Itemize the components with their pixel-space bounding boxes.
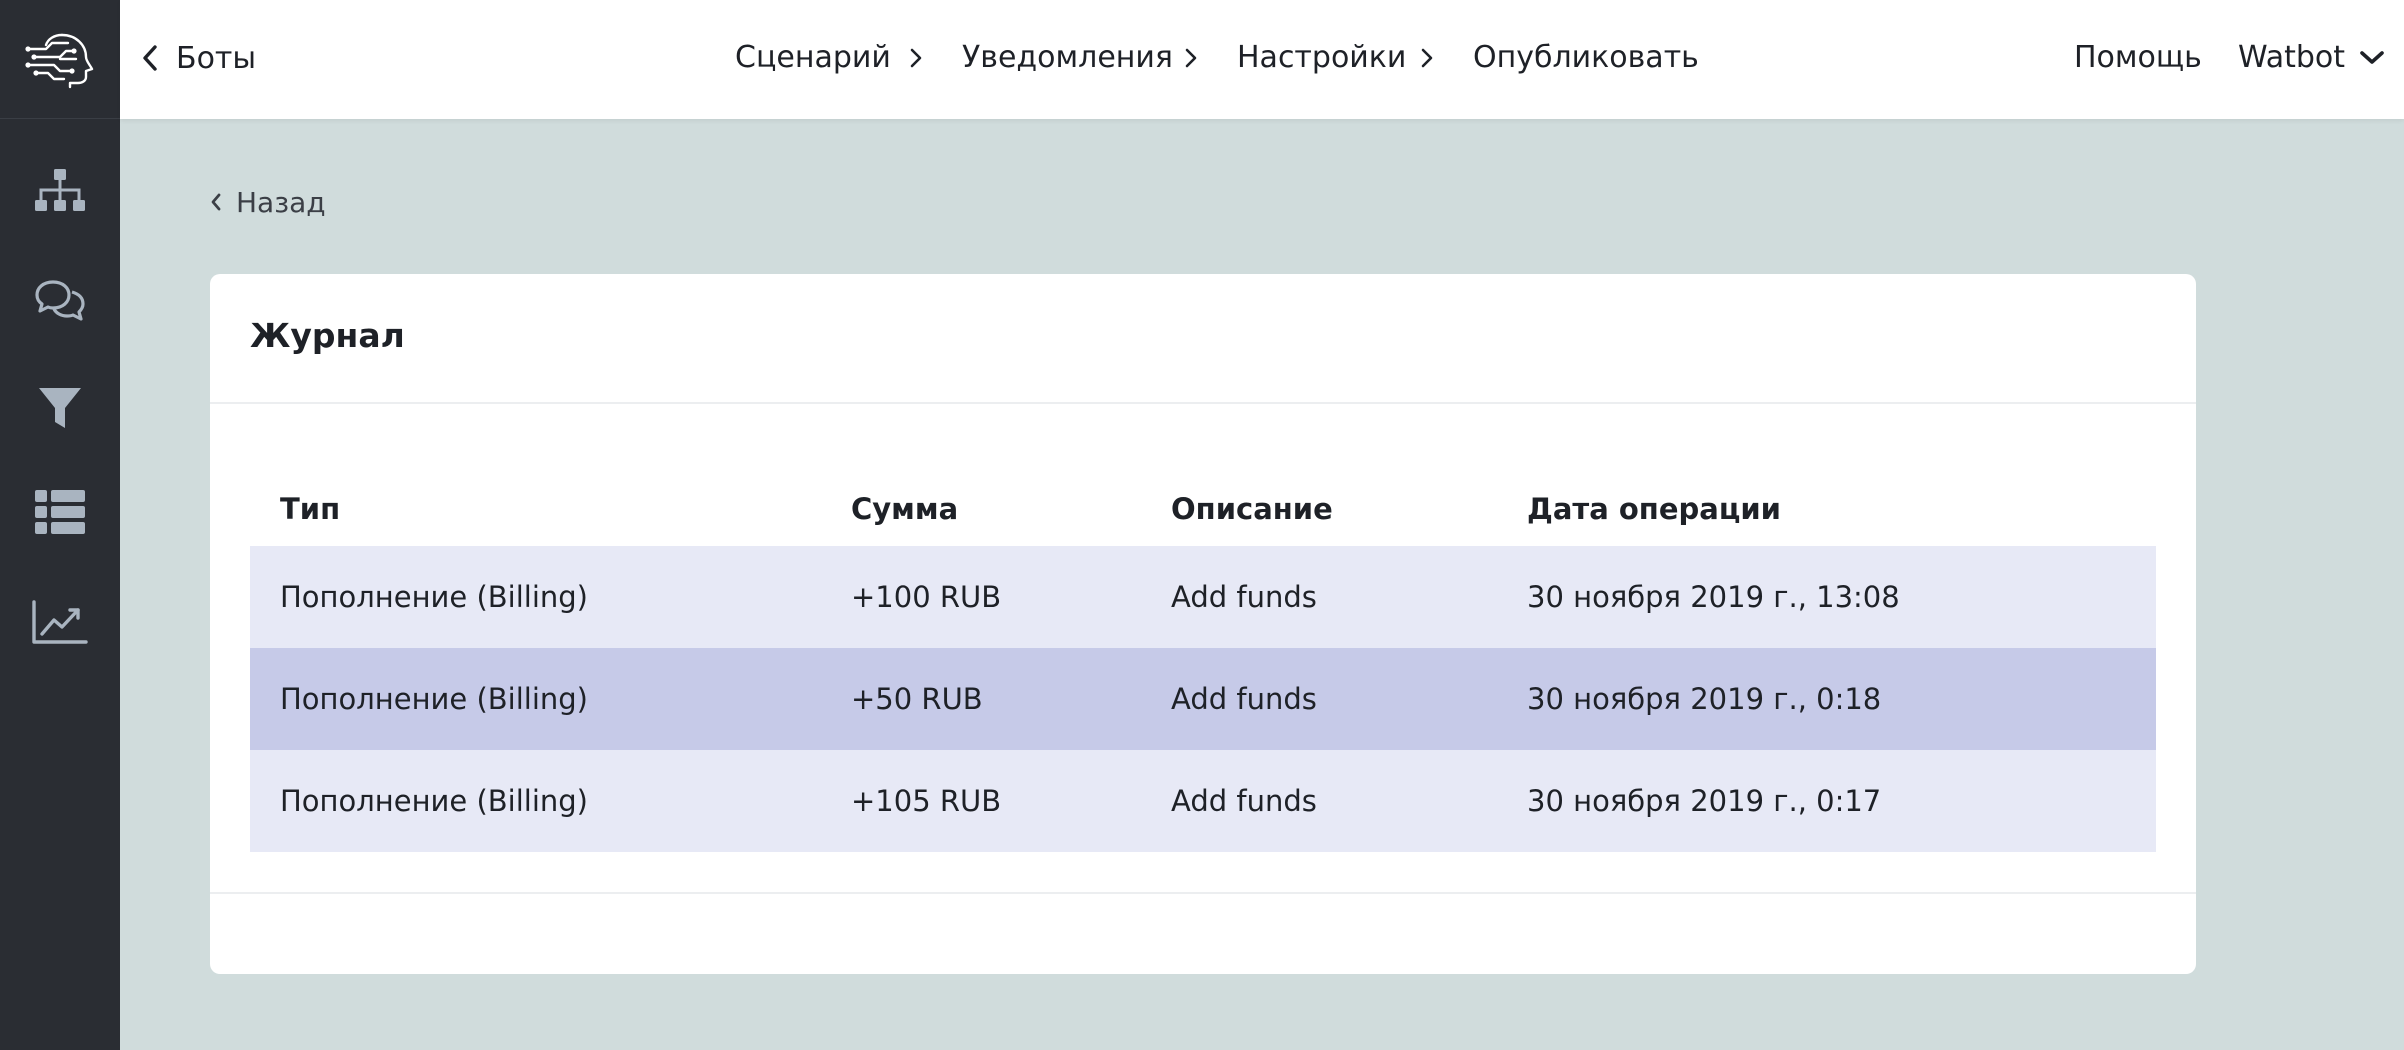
cell-date: 30 ноября 2019 г., 0:18 (1527, 682, 1882, 716)
header-type: Тип (280, 492, 341, 526)
sidebar-item-analytics[interactable] (0, 572, 120, 672)
header-description: Описание (1171, 492, 1333, 526)
step-notifications[interactable]: Уведомления (962, 38, 1173, 78)
cell-type: Пополнение (Billing) (280, 784, 588, 818)
cell-amount: +105 RUB (851, 784, 1002, 818)
sidebar-item-lists[interactable] (0, 462, 120, 562)
chevron-right-icon (1185, 48, 1197, 68)
table-row[interactable]: Пополнение (Billing) +105 RUB Add funds … (250, 750, 2156, 852)
list-icon (35, 490, 85, 534)
back-link-label: Назад (236, 185, 326, 219)
cell-type: Пополнение (Billing) (280, 580, 588, 614)
bots-back-link[interactable]: Боты (142, 38, 256, 78)
step-scenario[interactable]: Сценарий (735, 38, 891, 78)
table-row[interactable]: Пополнение (Billing) +50 RUB Add funds 3… (250, 648, 2156, 750)
chevron-left-icon (211, 193, 221, 211)
sidebar-item-filters[interactable] (0, 358, 120, 458)
chat-bubbles-icon (35, 280, 85, 321)
back-link[interactable]: Назад (210, 182, 326, 222)
card-title: Журнал (250, 316, 405, 355)
cell-description: Add funds (1171, 682, 1317, 716)
cell-description: Add funds (1171, 580, 1317, 614)
sidebar-item-chats[interactable] (0, 250, 120, 350)
header-amount: Сумма (851, 492, 959, 526)
head-circuit-logo (25, 33, 94, 89)
divider (210, 892, 2196, 894)
step-publish[interactable]: Опубликовать (1473, 38, 1699, 78)
chevron-left-icon (143, 45, 157, 71)
cell-amount: +50 RUB (851, 682, 983, 716)
divider (210, 402, 2196, 404)
hierarchy-icon (35, 169, 85, 211)
chevron-right-icon (1421, 48, 1433, 68)
cell-type: Пополнение (Billing) (280, 682, 588, 716)
journal-card: Журнал Тип Сумма Описание Дата операции … (210, 274, 2196, 974)
cell-date: 30 ноября 2019 г., 13:08 (1527, 580, 1900, 614)
cell-date: 30 ноября 2019 г., 0:17 (1527, 784, 1882, 818)
cell-amount: +100 RUB (851, 580, 1002, 614)
table-header: Тип Сумма Описание Дата операции (250, 474, 2156, 544)
chart-icon (32, 600, 88, 644)
cell-description: Add funds (1171, 784, 1317, 818)
chevron-right-icon (910, 48, 922, 68)
bots-back-label: Боты (176, 40, 257, 76)
user-name: Watbot (2238, 40, 2346, 75)
step-settings[interactable]: Настройки (1237, 38, 1406, 78)
funnel-icon (39, 388, 81, 428)
user-menu[interactable]: Watbot (2238, 38, 2385, 78)
help-link[interactable]: Помощь (2074, 38, 2202, 78)
sidebar (0, 0, 120, 1050)
app-logo[interactable] (0, 0, 120, 119)
chevron-down-icon (2360, 51, 2384, 64)
sidebar-item-structure[interactable] (0, 141, 120, 241)
top-navigation-bar: Боты Сценарий Уведомления Настройки Опуб… (120, 0, 2404, 119)
table-row[interactable]: Пополнение (Billing) +100 RUB Add funds … (250, 546, 2156, 648)
header-date: Дата операции (1527, 492, 1781, 526)
